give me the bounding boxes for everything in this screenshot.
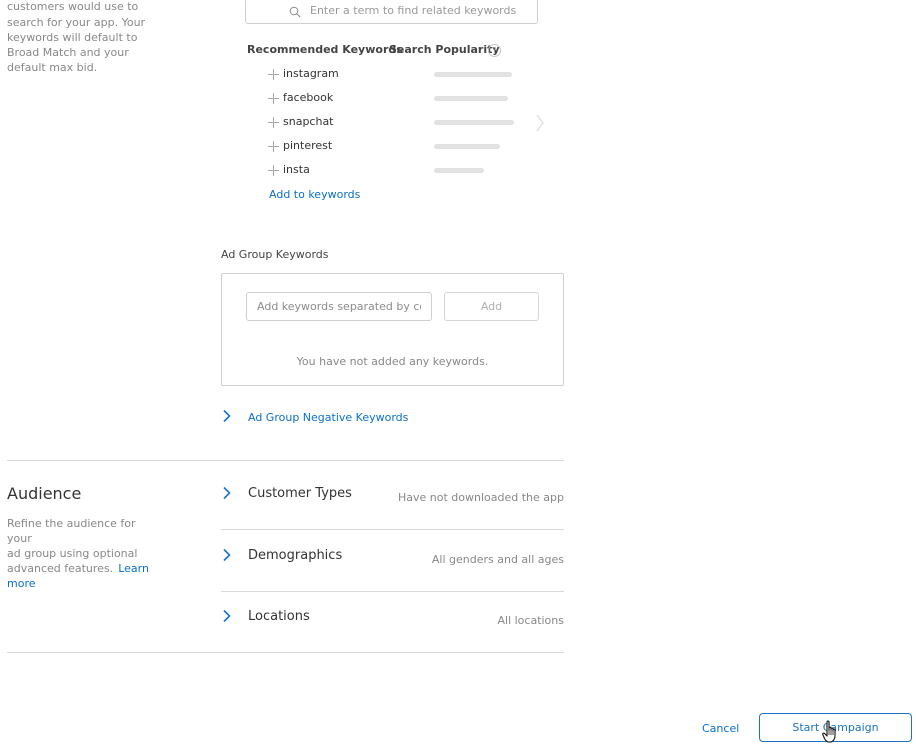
- intro-line: default max bid.: [7, 61, 98, 74]
- audience-title: Audience: [7, 484, 82, 503]
- plus-icon[interactable]: [268, 140, 279, 152]
- audience-desc-row: advanced features. Learn: [7, 561, 157, 576]
- ad-group-keywords-panel: Add You have not added any keywords.: [221, 273, 564, 386]
- hand-cursor-icon: [822, 720, 836, 743]
- recommended-keywords-header: Recommended Keywords: [247, 43, 403, 56]
- plus-icon[interactable]: [268, 68, 279, 80]
- add-to-keywords-link[interactable]: Add to keywords: [269, 187, 360, 202]
- keyword-search-input[interactable]: [310, 4, 530, 17]
- plus-icon[interactable]: [268, 116, 279, 128]
- locations-value: All locations: [497, 614, 564, 627]
- negative-keywords-link[interactable]: Ad Group Negative Keywords: [248, 410, 408, 425]
- keyword-label: instagram: [283, 67, 339, 80]
- popularity-bar: [434, 96, 508, 101]
- empty-keywords-message: You have not added any keywords.: [296, 355, 489, 368]
- intro-line: keywords will default to: [7, 31, 138, 44]
- plus-icon[interactable]: [268, 164, 279, 176]
- demographics-label[interactable]: Demographics: [248, 548, 342, 563]
- add-button[interactable]: Add: [444, 292, 539, 321]
- chevron-right-icon[interactable]: [222, 409, 232, 423]
- learn-more-link[interactable]: Learn: [118, 562, 149, 575]
- chevron-right-icon[interactable]: [222, 486, 232, 500]
- audience-desc-line: ad group using optional: [7, 547, 138, 560]
- customer-types-label[interactable]: Customer Types: [248, 486, 352, 501]
- keyword-label: pinterest: [283, 139, 333, 152]
- chevron-right-icon[interactable]: [222, 548, 232, 562]
- keyword-label: insta: [283, 163, 310, 176]
- list-item[interactable]: insta: [268, 163, 310, 183]
- keyword-search-box[interactable]: [245, 0, 538, 24]
- audience-description: Refine the audience for your ad group us…: [7, 516, 157, 591]
- intro-line: customers would use to: [7, 0, 139, 13]
- audience-desc-line: advanced features.: [7, 562, 114, 575]
- cancel-button[interactable]: Cancel: [702, 721, 739, 736]
- plus-icon[interactable]: [268, 92, 279, 104]
- divider: [7, 652, 564, 653]
- intro-line: Broad Match and your: [7, 46, 129, 59]
- list-item[interactable]: pinterest: [268, 139, 332, 159]
- customer-types-value: Have not downloaded the app: [398, 491, 564, 504]
- divider: [7, 460, 564, 461]
- help-icon[interactable]: ?: [488, 44, 501, 57]
- keyword-label: snapchat: [283, 115, 334, 128]
- chevron-right-icon[interactable]: [535, 113, 545, 133]
- list-item[interactable]: snapchat: [268, 115, 334, 135]
- ad-group-keywords-title: Ad Group Keywords: [221, 248, 329, 261]
- locations-label[interactable]: Locations: [248, 609, 310, 624]
- list-item[interactable]: facebook: [268, 91, 333, 111]
- popularity-bar: [434, 168, 484, 173]
- search-icon: [289, 6, 301, 18]
- popularity-bar: [434, 144, 500, 149]
- keyword-label: facebook: [283, 91, 334, 104]
- popularity-bar: [434, 120, 514, 125]
- divider: [221, 529, 564, 530]
- add-keywords-input[interactable]: [246, 292, 432, 321]
- search-popularity-header: Search Popularity: [389, 43, 500, 56]
- audience-desc-line: Refine the audience for your: [7, 517, 136, 545]
- learn-more-link[interactable]: more: [7, 576, 157, 591]
- list-item[interactable]: instagram: [268, 67, 339, 87]
- intro-description: customers would use to search for your a…: [7, 0, 157, 75]
- popularity-bar: [434, 72, 512, 77]
- chevron-right-icon[interactable]: [222, 609, 232, 623]
- demographics-value: All genders and all ages: [431, 553, 564, 566]
- intro-line: search for your app. Your: [7, 16, 146, 29]
- divider: [221, 591, 564, 592]
